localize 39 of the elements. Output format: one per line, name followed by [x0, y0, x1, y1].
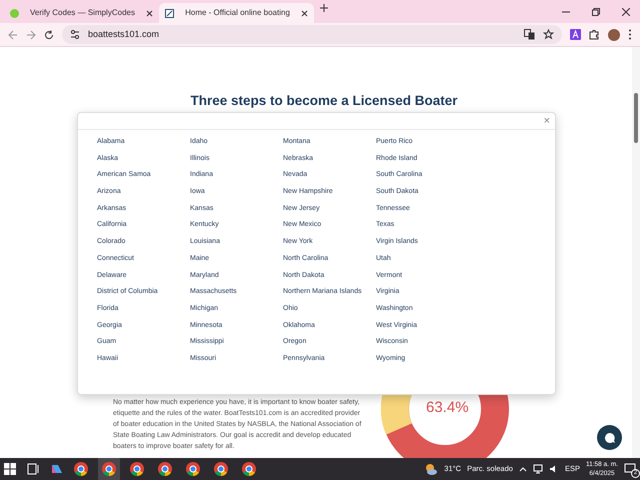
profile-avatar-icon[interactable]: [608, 28, 620, 40]
chrome-icon[interactable]: [214, 462, 228, 476]
copilot-icon[interactable]: [50, 462, 64, 476]
chat-button[interactable]: [597, 425, 622, 450]
translate-icon[interactable]: [524, 29, 535, 40]
close-button[interactable]: ×: [544, 116, 550, 126]
chrome-icon[interactable]: [130, 462, 144, 476]
chrome-icon[interactable]: [74, 462, 88, 476]
tab-favicon-icon: [165, 8, 174, 18]
close-tab-icon[interactable]: [301, 10, 308, 16]
section-heading: Three steps to become a Licensed Boater: [189, 92, 459, 110]
new-tab-icon[interactable]: [320, 4, 328, 12]
close-tab-icon[interactable]: [146, 10, 153, 16]
chrome-icon[interactable]: [242, 462, 256, 476]
address-bar[interactable]: boattests101.com: [62, 25, 562, 44]
browser-tab[interactable]: Home - Official online boating: [159, 3, 314, 23]
back-icon[interactable]: [8, 30, 18, 40]
percentage-label: 63.4%: [426, 398, 469, 418]
close-icon[interactable]: [622, 8, 630, 16]
star-icon[interactable]: [543, 29, 554, 40]
network-icon[interactable]: [532, 464, 543, 474]
windows-start-icon[interactable]: [4, 463, 16, 475]
browser-tab[interactable]: Verify Codes — SimplyCodes: [4, 3, 159, 23]
reload-icon[interactable]: [44, 30, 54, 40]
extension-icon[interactable]: [570, 29, 581, 40]
chrome-icon[interactable]: [158, 462, 172, 476]
chrome-icon[interactable]: [102, 462, 116, 476]
chat-bubble-icon: [604, 432, 616, 444]
chrome-icon[interactable]: [186, 462, 200, 476]
menu-icon[interactable]: [628, 29, 632, 40]
puzzle-icon[interactable]: [589, 29, 600, 40]
scrollbar[interactable]: [632, 47, 640, 458]
site-settings-icon[interactable]: [70, 30, 80, 39]
weather-icon[interactable]: [424, 462, 438, 476]
restore-icon[interactable]: [592, 8, 600, 16]
chevron-up-icon[interactable]: [518, 466, 527, 472]
tab-favicon-icon: [10, 8, 19, 18]
forward-icon[interactable]: [26, 30, 36, 40]
url-text: boattests101.com: [88, 28, 160, 41]
